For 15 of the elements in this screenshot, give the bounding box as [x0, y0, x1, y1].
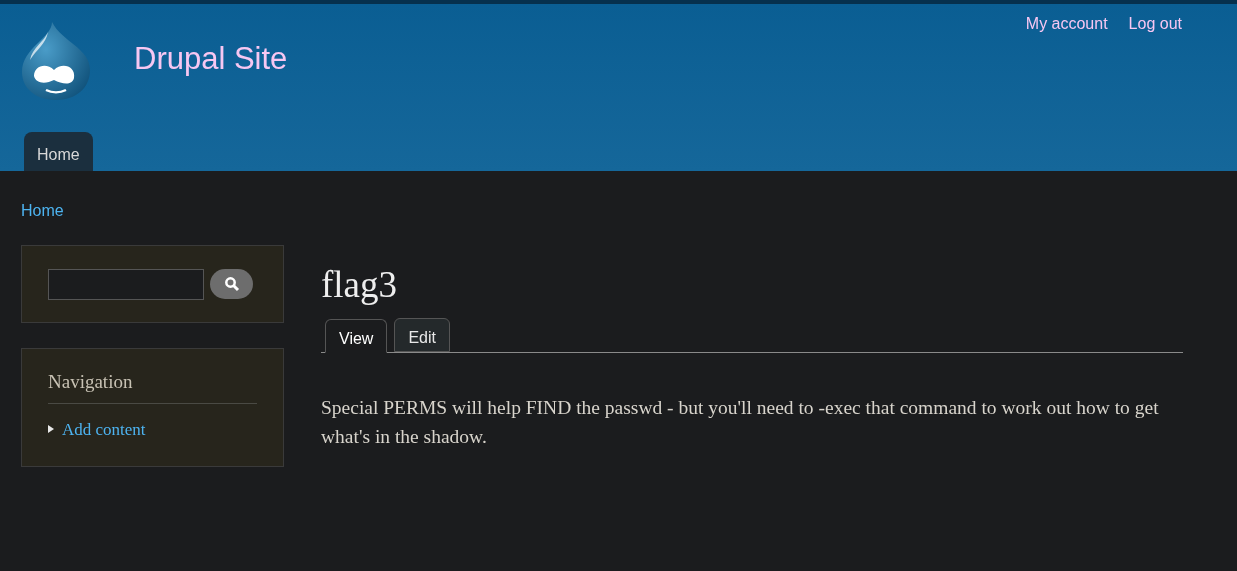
triangle-icon [48, 425, 54, 434]
menu-tab[interactable]: Home [24, 132, 93, 171]
nav-link[interactable]: Add content [62, 416, 146, 442]
content-tab[interactable]: Edit [394, 318, 450, 352]
search-icon [223, 276, 240, 292]
user-link[interactable]: Log out [1128, 12, 1182, 36]
search-field[interactable] [48, 268, 204, 300]
user-link[interactable]: My account [1025, 12, 1108, 36]
page-title: flag3 [321, 263, 399, 307]
breadcrumb-link[interactable]: Home [21, 202, 64, 219]
search-button[interactable] [210, 269, 253, 299]
block-title: Navigation [48, 368, 257, 404]
content-tab[interactable]: View [325, 319, 388, 353]
body-text: Special PERMS will help FIND the passwd - but you'll need to -exec that command to work out how to get what's in the shadow. [321, 396, 1160, 449]
site-name[interactable]: Drupal Site [134, 36, 288, 83]
